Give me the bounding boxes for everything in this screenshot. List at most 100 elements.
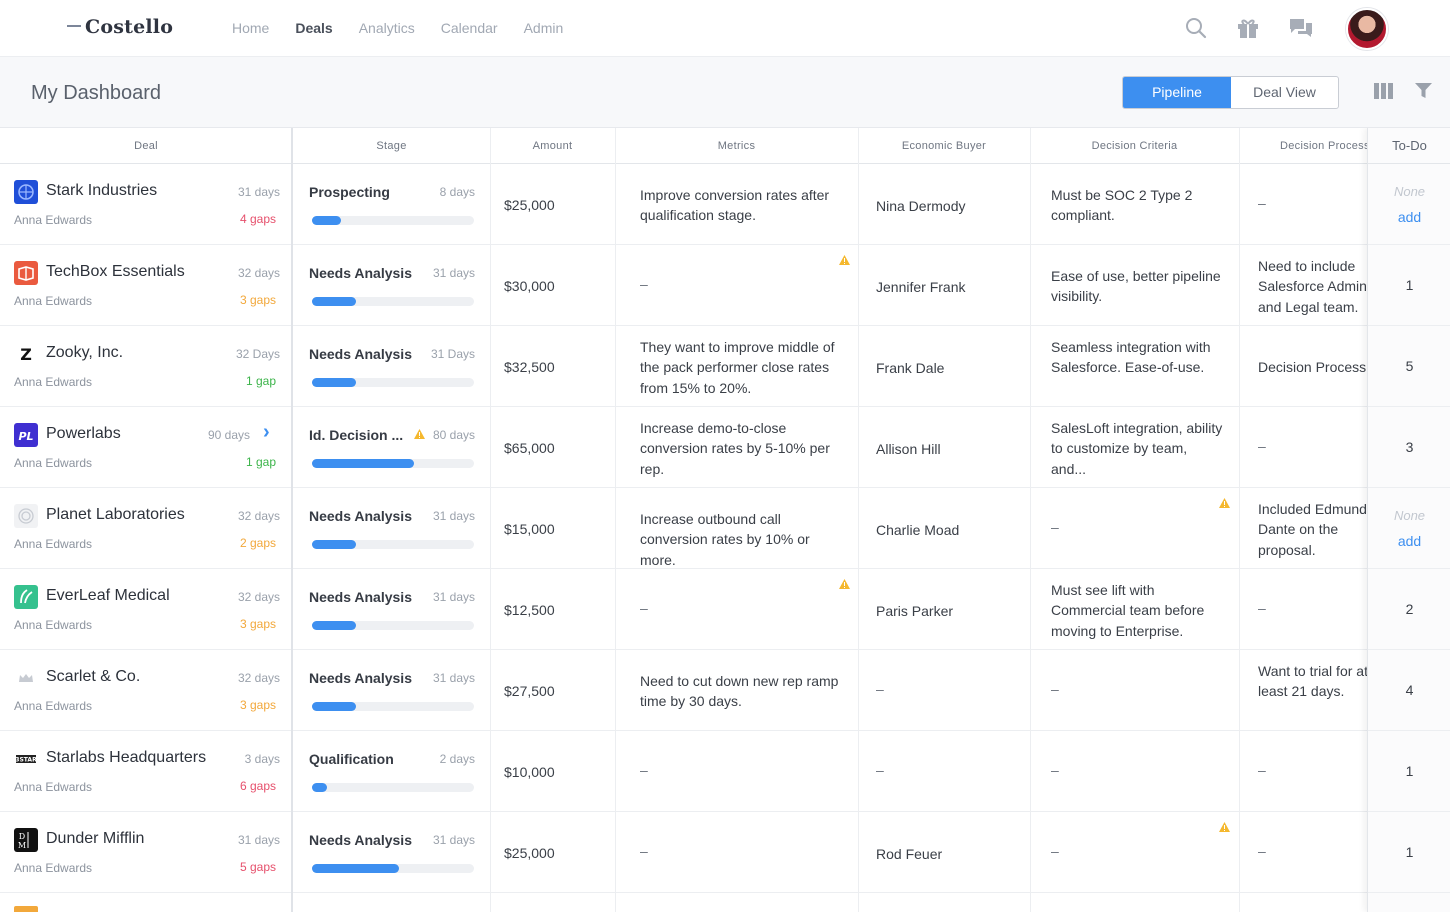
column-header-todo[interactable]: To-Do [1368,128,1450,164]
todo-count[interactable]: 5 [1368,358,1450,374]
deal-amount: $30,000 [504,278,555,294]
table-row[interactable]: PL Powerlabs 90 days › Anna Edwards 1 gap Id. … [0,407,1450,488]
stage-name: Needs Analysis [309,589,412,605]
todo-add-link[interactable]: add [1368,533,1450,549]
economic-buyer: Nina Dermody [876,198,966,214]
column-divider [291,128,293,912]
brand-logo[interactable]: Costello [67,16,173,38]
stage-progress-fill [312,459,414,468]
deal-name[interactable]: Starlabs Headquarters [46,749,206,767]
chevron-right-icon[interactable]: › [263,421,270,444]
stage-age: 31 days [432,590,475,604]
column-header-metrics[interactable]: Metrics [615,128,858,164]
nav-link-admin[interactable]: Admin [524,20,564,36]
deal-age: 3 days [244,752,280,766]
todo-cell: 2 [1368,569,1450,650]
planet-logo-icon [14,504,38,528]
gaps-badge[interactable]: 6 gaps [240,779,276,793]
deal-age: 31 days [237,833,280,847]
deal-amount: $25,000 [504,845,555,861]
table-row[interactable]: EverLeaf Medical 32 days Anna Edwards 3 gap… [0,569,1450,650]
metrics-text: – [640,600,648,616]
economic-buyer: Rod Feuer [876,846,943,862]
stage-name: Needs Analysis [309,832,412,848]
todo-count[interactable]: 4 [1368,682,1450,698]
deal-amount: $32,500 [504,359,555,375]
economic-buyer: Paris Parker [876,603,954,619]
gaps-badge[interactable]: 1 gap [246,455,276,469]
todo-count[interactable]: 3 [1368,439,1450,455]
gaps-badge[interactable]: 3 gaps [240,617,276,631]
gaps-badge[interactable]: 3 gaps [240,293,276,307]
deal-name[interactable]: Planet Laboratories [46,506,185,524]
column-header-decision-criteria[interactable]: Decision Criteria [1030,128,1239,164]
nav-link-deals[interactable]: Deals [295,20,332,36]
powerlabs-logo-icon: PL [14,423,38,447]
deal-owner: Anna Edwards [14,213,93,227]
deal-name[interactable]: Powerlabs [46,425,121,443]
column-divider [490,128,491,912]
deal-name[interactable]: Zooky, Inc. [46,344,123,362]
gaps-badge[interactable]: 3 gaps [240,698,276,712]
deal-view-toggle-button[interactable]: Deal View [1231,77,1338,108]
decision-process-text: – [1258,762,1266,778]
deal-name[interactable]: TechBox Essentials [46,263,185,281]
filter-icon[interactable] [1415,83,1432,99]
deal-name[interactable]: Scarlet & Co. [46,668,140,686]
todo-cell: 3 [1368,407,1450,488]
column-header-deal[interactable]: Deal [0,128,292,164]
deal-amount: $12,500 [504,602,555,618]
deal-owner: Anna Edwards [14,699,93,713]
column-header-economic-buyer[interactable]: Economic Buyer [858,128,1030,164]
economic-buyer: – [876,762,884,778]
table-row[interactable]: Planet Laboratories 32 days Anna Edwards 2 … [0,488,1450,569]
gaps-badge[interactable]: 2 gaps [240,536,276,550]
search-icon[interactable] [1183,15,1209,41]
column-header-amount[interactable]: Amount [490,128,615,164]
todo-cell: 1 [1368,731,1450,812]
svg-text:3STAR: 3STAR [15,757,37,764]
stage-progress-bar [312,864,474,873]
deal-name[interactable]: Stark Industries [46,182,157,200]
nav-link-calendar[interactable]: Calendar [441,20,498,36]
view-toggle: Pipeline Deal View [1122,76,1339,109]
decision-process-text: – [1258,600,1266,616]
todo-cell: 5 [1368,326,1450,407]
deals-table: Deal Stage Amount Metrics Economic Buyer… [0,128,1450,912]
stage-name: Needs Analysis [309,265,412,281]
nav-link-home[interactable]: Home [232,20,269,36]
table-row[interactable]: D M Dunder Mifflin 31 days Anna Edwards 5 gap… [0,812,1450,893]
table-row[interactable]: Stark Industries 31 days Anna Edwards 4 gap… [0,164,1450,245]
globe-logo-icon [14,180,38,204]
deal-age: 32 days [237,671,280,685]
table-row[interactable]: 3STAR Starlabs Headquarters 3 days Anna Edw… [0,731,1450,812]
todo-count[interactable]: 1 [1368,763,1450,779]
gift-icon[interactable] [1235,15,1261,41]
todo-add-link[interactable]: add [1368,209,1450,225]
todo-count[interactable]: 2 [1368,601,1450,617]
todo-count[interactable]: 1 [1368,277,1450,293]
user-avatar[interactable] [1346,8,1388,50]
stage-age: 31 days [432,671,475,685]
gaps-badge[interactable]: 5 gaps [240,860,276,874]
column-header-decision-process[interactable]: Decision Process [1239,128,1367,164]
gaps-badge[interactable]: 4 gaps [240,212,276,226]
deal-name[interactable]: Dunder Mifflin [46,830,144,848]
deal-amount: $10,000 [504,764,555,780]
deal-age: 32 days [237,590,280,604]
todo-count[interactable]: 1 [1368,844,1450,860]
table-row[interactable]: TechBox Essentials 32 days Anna Edwards 3 g… [0,245,1450,326]
column-header-stage[interactable]: Stage [293,128,490,164]
column-divider [858,128,859,912]
stage-progress-fill [312,540,356,549]
columns-icon[interactable] [1374,83,1393,99]
chat-icon[interactable] [1288,15,1314,41]
table-row[interactable]: Z Zooky, Inc. 32 Days Anna Edwards 1 gap Need… [0,326,1450,407]
deal-name[interactable]: EverLeaf Medical [46,587,170,605]
gaps-badge[interactable]: 1 gap [246,374,276,388]
warning-icon [839,255,850,265]
table-row[interactable]: Scarlet & Co. 32 days Anna Edwards 3 gaps Ne… [0,650,1450,731]
pipeline-toggle-button[interactable]: Pipeline [1123,77,1231,108]
deal-owner: Anna Edwards [14,456,93,470]
nav-link-analytics[interactable]: Analytics [359,20,415,36]
